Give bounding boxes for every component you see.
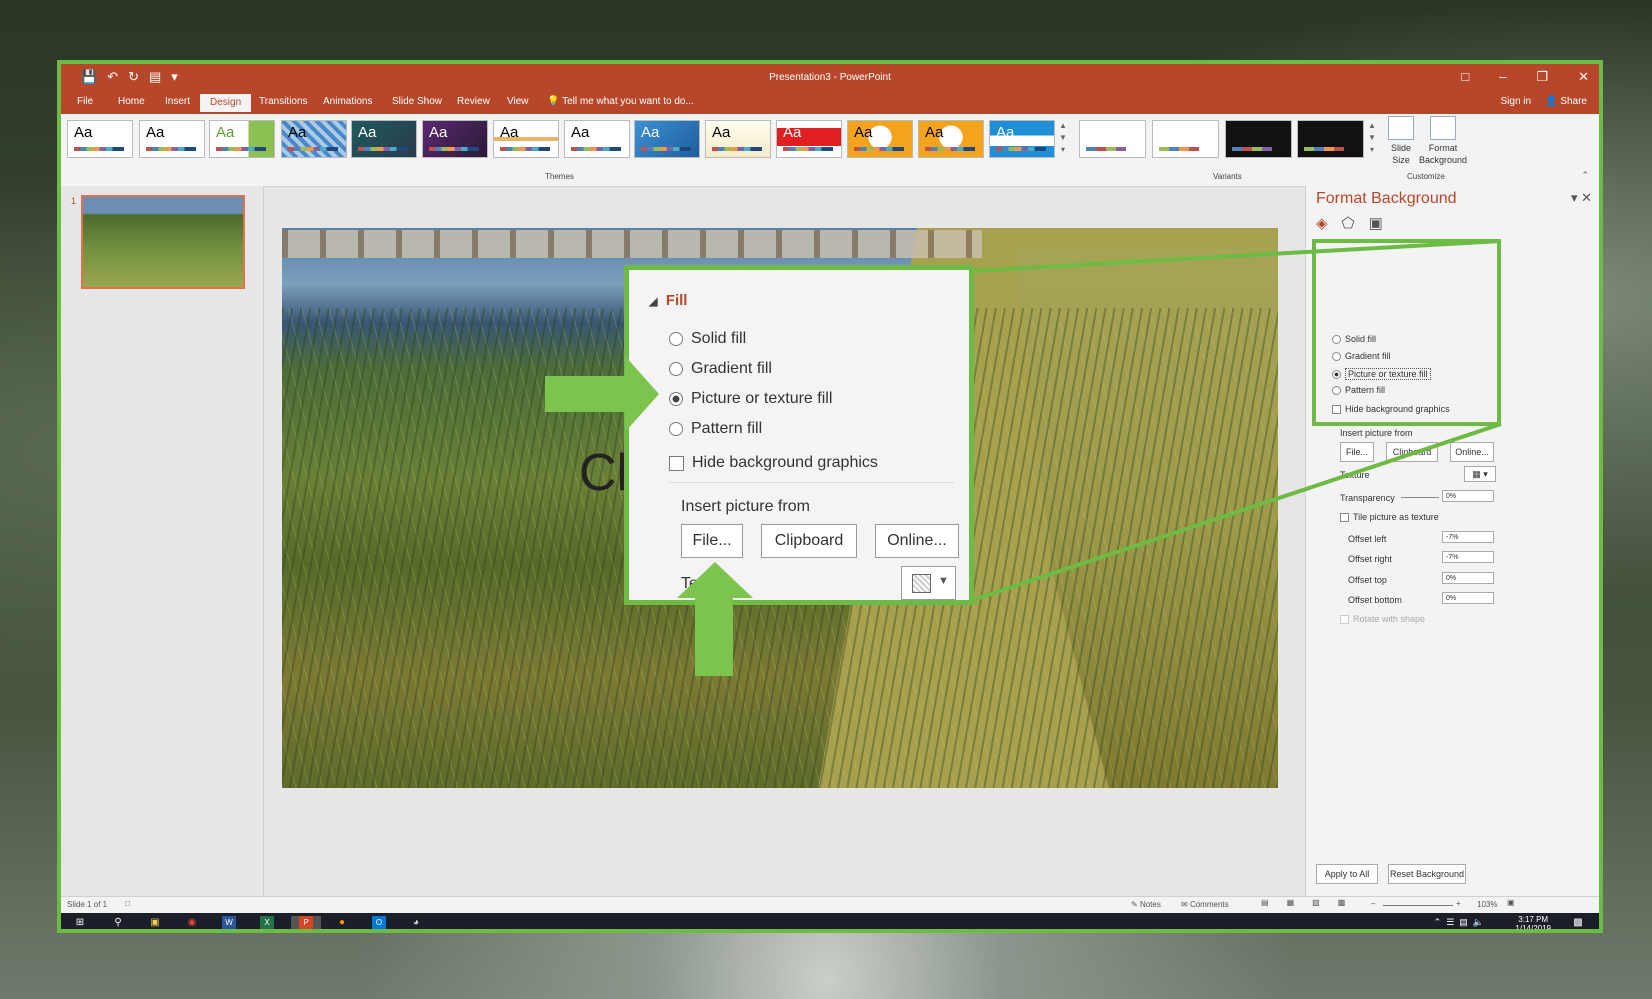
pattern-fill-label: Pattern fill <box>691 420 763 437</box>
callout-texture-dropdown[interactable]: ▼ <box>901 566 956 600</box>
arrow-shape <box>677 562 753 676</box>
radio[interactable] <box>669 332 683 346</box>
arrow-shape <box>545 356 659 432</box>
solid-fill-label: Solid fill <box>691 330 747 347</box>
chevron-down-icon: ▼ <box>938 575 949 587</box>
picture-fill-label: Picture or texture fill <box>691 390 833 407</box>
fill-section-header[interactable]: ◢ Fill <box>649 292 687 309</box>
radio[interactable] <box>669 362 683 376</box>
fill-header-label: Fill <box>665 292 688 309</box>
callout-picture-fill[interactable]: Picture or texture fill <box>669 390 832 408</box>
separator <box>669 482 954 483</box>
callout-hide-bg-checkbox[interactable]: Hide background graphics <box>669 454 878 472</box>
fill-options-callout: ◢ Fill Solid fill Gradient fill Picture … <box>624 265 974 605</box>
callout-solid-fill[interactable]: Solid fill <box>669 330 746 348</box>
texture-swatch-icon <box>912 574 931 593</box>
arrow-right-to-picture-fill <box>545 356 659 432</box>
callout-insert-from-label: Insert picture from <box>681 498 810 515</box>
callout-file-button[interactable]: File... <box>681 524 743 558</box>
collapse-triangle-icon: ◢ <box>649 296 658 308</box>
connector-line-bottom <box>969 422 1502 603</box>
callout-pattern-fill[interactable]: Pattern fill <box>669 420 762 438</box>
gradient-fill-label: Gradient fill <box>691 360 772 377</box>
radio-selected[interactable] <box>669 392 683 406</box>
checkbox[interactable] <box>669 455 684 471</box>
hide-bg-label: Hide background graphics <box>692 454 878 471</box>
callout-clipboard-button[interactable]: Clipboard <box>761 524 857 558</box>
zoom-highlight-box <box>1312 239 1501 426</box>
callout-online-button[interactable]: Online... <box>875 524 959 558</box>
arrow-up-to-file-button <box>677 562 753 676</box>
callout-gradient-fill[interactable]: Gradient fill <box>669 360 772 378</box>
radio[interactable] <box>669 422 683 436</box>
